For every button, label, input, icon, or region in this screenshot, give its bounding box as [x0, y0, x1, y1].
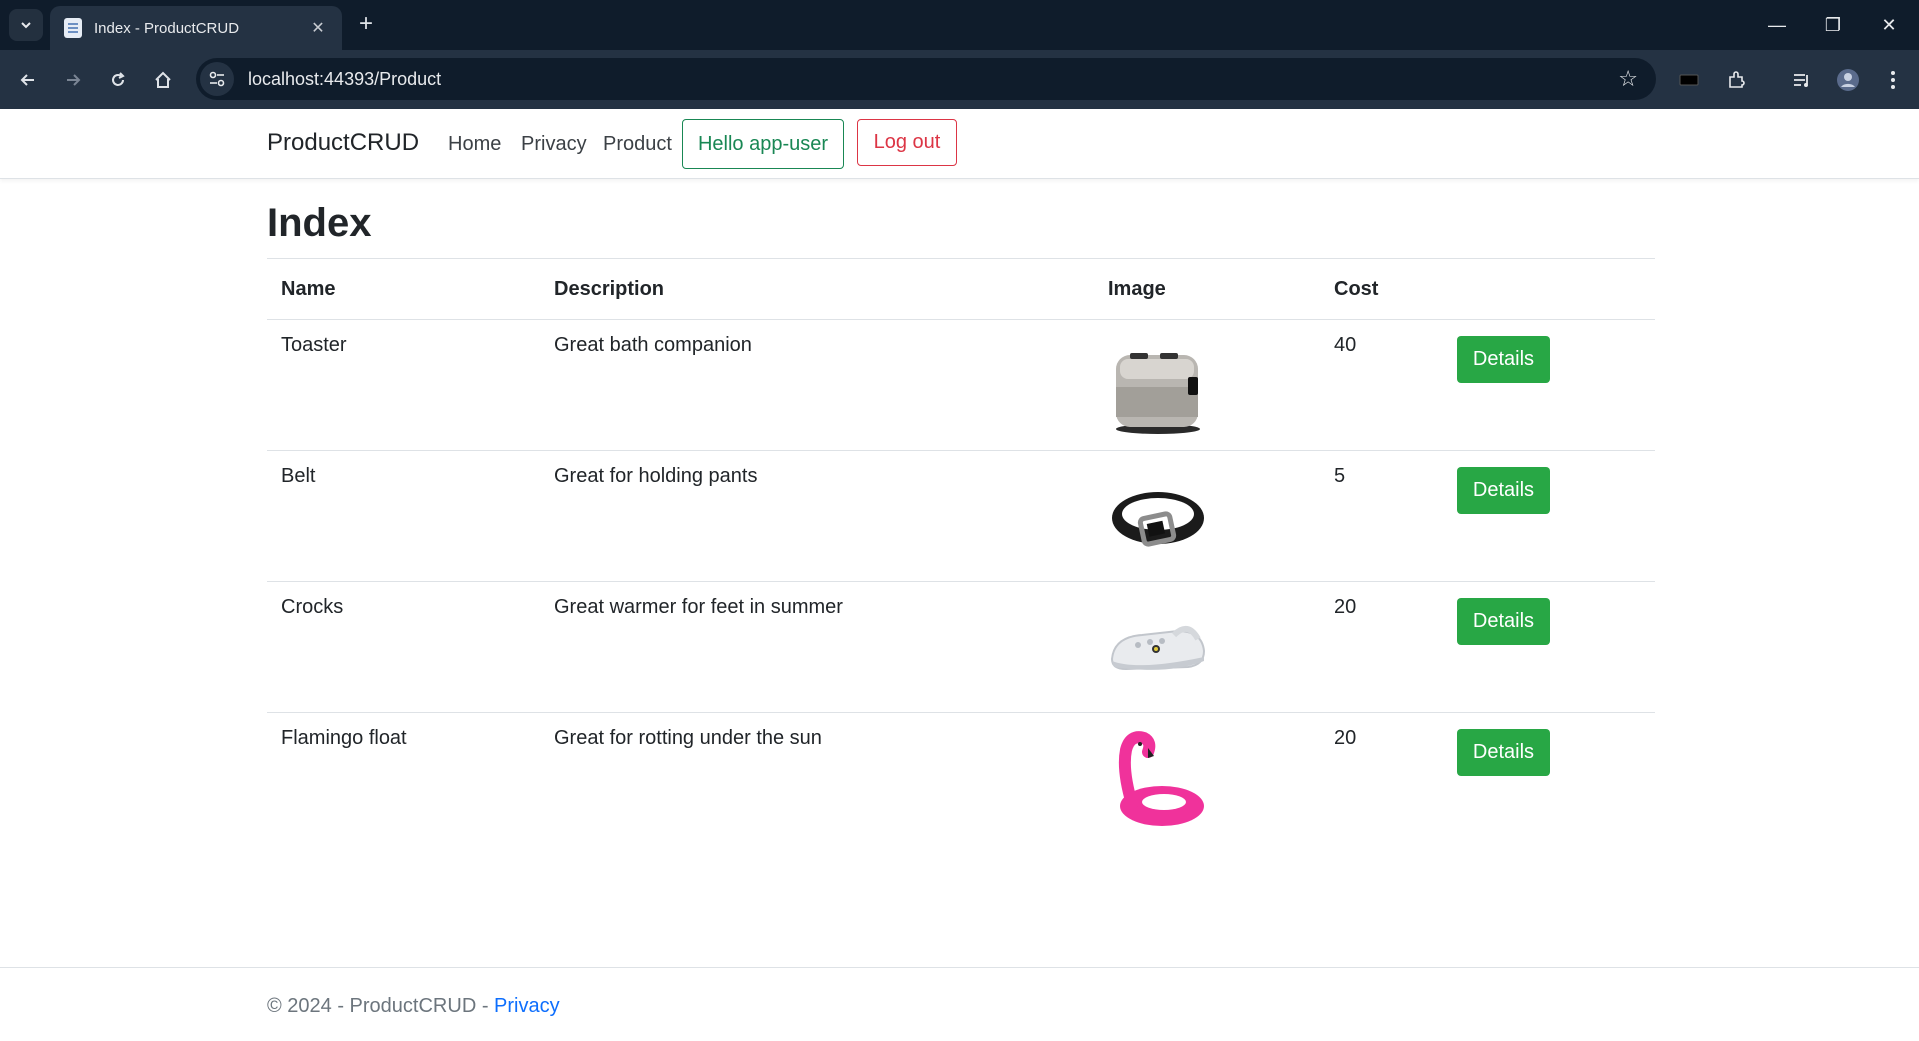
- browser-toolbar: localhost:44393/Product ☆: [0, 50, 1919, 109]
- bookmark-star-icon[interactable]: ☆: [1618, 66, 1638, 92]
- forward-button[interactable]: [55, 62, 91, 98]
- product-table: Name Description Image Cost Toaster Grea…: [267, 258, 1655, 844]
- document-favicon-icon: [64, 18, 82, 38]
- tab-title: Index - ProductCRUD: [94, 19, 240, 37]
- nav-link-privacy[interactable]: Privacy: [521, 133, 587, 156]
- column-header-image: Image: [1108, 277, 1166, 300]
- product-name: Crocks: [281, 596, 344, 618]
- site-navbar: ProductCRUD Home Privacy Product Hello a…: [0, 109, 1919, 179]
- extensions-puzzle-icon[interactable]: [1720, 64, 1752, 96]
- browser-tab-active[interactable]: Index - ProductCRUD ✕: [50, 6, 342, 50]
- hello-user-link[interactable]: Hello app-user: [682, 119, 844, 169]
- brand-link[interactable]: ProductCRUD: [267, 129, 419, 157]
- tab-search-button[interactable]: [9, 9, 43, 41]
- column-header-actions: [1443, 259, 1655, 320]
- product-cost: 20: [1334, 727, 1357, 749]
- product-name: Toaster: [281, 334, 347, 356]
- details-button[interactable]: Details: [1457, 598, 1550, 645]
- table-row: Toaster Great bath companion 40 Details: [267, 320, 1655, 451]
- back-button[interactable]: [10, 62, 46, 98]
- tune-icon: [209, 71, 225, 87]
- product-name: Belt: [281, 465, 316, 487]
- address-bar[interactable]: localhost:44393/Product ☆: [196, 58, 1656, 100]
- new-tab-button[interactable]: +: [352, 11, 380, 39]
- product-description: Great for rotting under the sun: [554, 727, 822, 749]
- table-row: Belt Great for holding pants 5 Details: [267, 451, 1655, 582]
- details-button[interactable]: Details: [1457, 467, 1550, 514]
- reading-list-icon[interactable]: [1786, 64, 1818, 96]
- close-tab-icon[interactable]: ✕: [308, 18, 328, 38]
- arrow-left-icon: [20, 74, 34, 86]
- url-text[interactable]: localhost:44393/Product: [248, 69, 1618, 90]
- more-menu-icon[interactable]: [1877, 64, 1909, 96]
- profile-avatar-icon[interactable]: [1832, 64, 1864, 96]
- flamingo-image: [1108, 730, 1208, 830]
- column-header-name: Name: [281, 277, 336, 300]
- reload-icon: [112, 72, 125, 86]
- chevron-down-icon: [21, 22, 31, 29]
- minimize-window-button[interactable]: —: [1757, 10, 1797, 40]
- product-cost: 20: [1334, 596, 1357, 618]
- footer-copyright: © 2024 - ProductCRUD -: [267, 995, 495, 1017]
- belt-image: [1108, 468, 1208, 568]
- product-description: Great for holding pants: [554, 465, 758, 487]
- page-title: Index: [267, 201, 372, 245]
- product-name: Flamingo float: [281, 727, 407, 749]
- product-description: Great warmer for feet in summer: [554, 596, 843, 618]
- logout-button[interactable]: Log out: [857, 119, 957, 166]
- restore-window-button[interactable]: ❐: [1813, 10, 1853, 40]
- column-header-description: Description: [554, 277, 665, 300]
- web-page: ProductCRUD Home Privacy Product Hello a…: [0, 109, 1919, 1041]
- site-info-button[interactable]: [200, 62, 234, 96]
- toaster-image: [1108, 337, 1208, 437]
- footer-privacy-link[interactable]: Privacy: [494, 995, 560, 1017]
- table-header-row: Name Description Image Cost: [267, 258, 1655, 320]
- home-button[interactable]: [145, 62, 181, 98]
- column-header-cost: Cost: [1334, 277, 1379, 300]
- site-footer: © 2024 - ProductCRUD - Privacy: [0, 967, 1919, 1041]
- product-description: Great bath companion: [554, 334, 752, 356]
- crocs-image: [1108, 599, 1208, 699]
- details-button[interactable]: Details: [1457, 336, 1550, 383]
- close-window-button[interactable]: ✕: [1869, 10, 1909, 40]
- browser-tab-strip: Index - ProductCRUD ✕ + — ❐ ✕: [0, 0, 1919, 50]
- reload-button[interactable]: [100, 62, 136, 98]
- media-icon[interactable]: [1673, 64, 1705, 96]
- table-row: Crocks Great warmer for feet in summer 2…: [267, 582, 1655, 713]
- nav-link-product[interactable]: Product: [603, 133, 672, 156]
- home-icon: [155, 71, 171, 88]
- table-row: Flamingo float Great for rotting under t…: [267, 713, 1655, 844]
- arrow-right-icon: [67, 74, 81, 86]
- product-cost: 5: [1334, 465, 1346, 487]
- product-cost: 40: [1334, 334, 1357, 356]
- nav-link-home[interactable]: Home: [448, 133, 501, 156]
- details-button[interactable]: Details: [1457, 729, 1550, 776]
